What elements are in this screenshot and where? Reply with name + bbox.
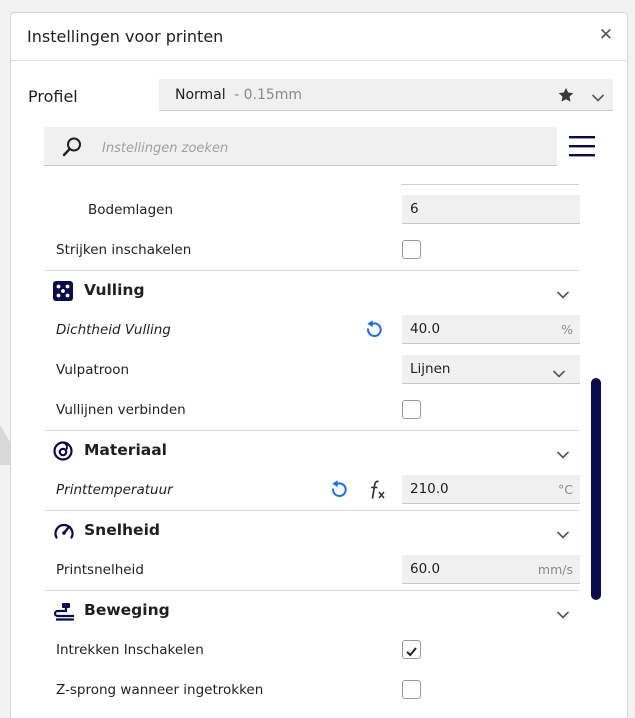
profile-dropdown[interactable]: Normal - 0.15mm — [159, 79, 613, 111]
material-icon — [53, 441, 73, 465]
category-snelheid[interactable]: Snelheid — [44, 510, 580, 551]
panel-title: Instellingen voor printen — [27, 27, 224, 46]
divider — [401, 184, 579, 185]
field-unit: mm/s — [537, 562, 573, 577]
bodemlagen-input[interactable]: 6 — [402, 195, 580, 224]
settings-list: Bodemlagen 6 Strijken inschakelen Vullin… — [44, 173, 580, 718]
chevron-down-icon[interactable] — [556, 445, 570, 464]
profile-layer-height: - 0.15mm — [229, 87, 303, 103]
profile-label: Profiel — [28, 87, 78, 106]
checkmark-icon — [405, 643, 418, 662]
category-materiaal[interactable]: Materiaal — [44, 430, 580, 471]
chevron-down-icon — [552, 364, 566, 383]
star-icon[interactable] — [557, 86, 575, 108]
category-title: Snelheid — [84, 521, 160, 539]
speed-icon — [53, 521, 75, 545]
travel-icon — [53, 601, 75, 625]
hamburger-menu-icon[interactable] — [569, 134, 595, 162]
category-beweging[interactable]: Beweging — [44, 590, 580, 631]
field-unit: % — [561, 322, 573, 337]
chevron-down-icon[interactable] — [591, 88, 605, 107]
setting-label: Vulpatroon — [56, 362, 130, 378]
category-title: Beweging — [84, 601, 170, 619]
intrekken-checkbox[interactable] — [402, 640, 421, 659]
vulpatroon-dropdown[interactable]: Lijnen — [402, 355, 580, 384]
setting-label: Dichtheid Vulling — [56, 322, 171, 338]
setting-label: Strijken inschakelen — [56, 242, 192, 258]
infill-icon — [53, 281, 73, 305]
setting-row-printtemperatuur: Printtemperatuur 210.0 °C — [44, 470, 580, 510]
search-input[interactable] — [100, 136, 534, 160]
setting-row-printsnelheid: Printsnelheid 60.0 mm/s — [44, 550, 580, 590]
setting-row-vulpatroon: Vulpatroon Lijnen — [44, 350, 580, 390]
setting-row-bodemlagen: Bodemlagen 6 — [44, 190, 580, 230]
dichtheid-vulling-input[interactable]: 40.0 % — [402, 315, 580, 344]
setting-label: Z-sprong wanneer ingetrokken — [56, 682, 264, 698]
chevron-down-icon[interactable] — [556, 525, 570, 544]
setting-label: Printtemperatuur — [56, 482, 173, 498]
reset-icon[interactable] — [329, 479, 349, 505]
setting-row-dichtheid-vulling: Dichtheid Vulling 40.0 % — [44, 310, 580, 350]
setting-row-intrekken: Intrekken Inschakelen — [44, 630, 580, 670]
setting-label: Intrekken Inschakelen — [56, 642, 204, 658]
setting-row-z-sprong: Z-sprong wanneer ingetrokken — [44, 670, 580, 710]
formula-icon[interactable] — [366, 479, 388, 505]
strijken-checkbox[interactable] — [402, 240, 421, 259]
chevron-down-icon[interactable] — [556, 285, 570, 304]
category-vulling[interactable]: Vulling — [44, 270, 580, 311]
close-icon[interactable]: ✕ — [599, 27, 613, 44]
profile-value: Normal - 0.15mm — [175, 87, 302, 103]
category-title: Materiaal — [84, 441, 167, 459]
z-sprong-checkbox[interactable] — [402, 680, 421, 699]
search-box — [44, 127, 557, 166]
search-icon — [61, 136, 83, 162]
dropdown-value: Lijnen — [410, 361, 451, 377]
reset-icon[interactable] — [364, 319, 384, 345]
field-value: 60.0 — [410, 561, 441, 577]
setting-label: Printsnelheid — [56, 562, 144, 578]
field-value: 210.0 — [410, 481, 449, 497]
printsnelheid-input[interactable]: 60.0 mm/s — [402, 555, 580, 584]
field-unit: °C — [558, 482, 573, 497]
field-value: 6 — [410, 201, 419, 217]
setting-row-strijken: Strijken inschakelen — [44, 230, 580, 270]
profile-name: Normal — [175, 87, 226, 103]
setting-label: Bodemlagen — [88, 202, 174, 218]
chevron-down-icon[interactable] — [556, 605, 570, 624]
setting-row-vullijnen-verbinden: Vullijnen verbinden — [44, 390, 580, 430]
vullijnen-checkbox[interactable] — [402, 400, 421, 419]
printtemperatuur-input[interactable]: 210.0 °C — [402, 475, 580, 504]
print-settings-panel: Instellingen voor printen ✕ Profiel Norm… — [10, 12, 628, 718]
field-value: 40.0 — [410, 321, 441, 337]
scrollbar-handle[interactable] — [591, 378, 601, 600]
panel-header: Instellingen voor printen ✕ — [11, 13, 627, 61]
setting-label: Vullijnen verbinden — [56, 402, 186, 418]
category-title: Vulling — [84, 281, 145, 299]
